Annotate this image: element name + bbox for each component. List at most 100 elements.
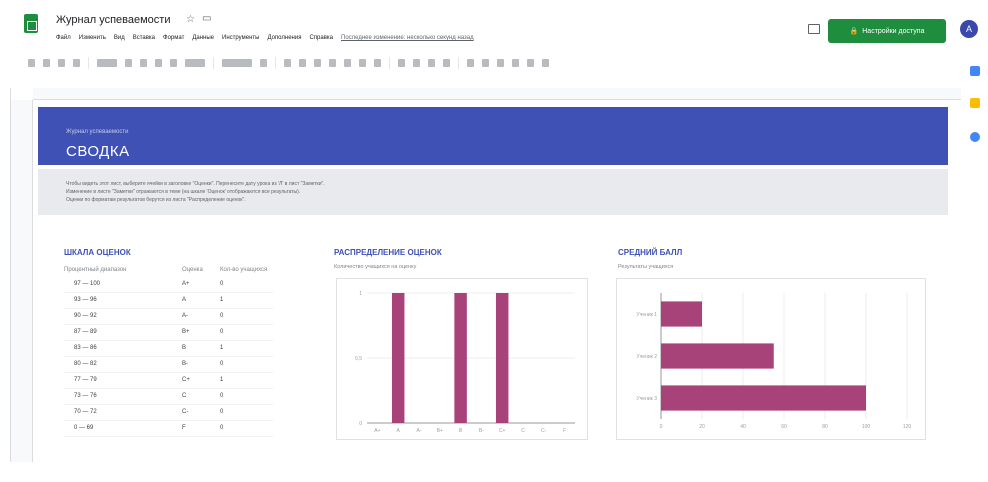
currency-icon[interactable] (125, 59, 132, 67)
range-cell[interactable]: 77 — 79 (64, 372, 182, 389)
grade-cell[interactable]: A (182, 292, 220, 309)
menu-edit[interactable]: Изменить (79, 35, 106, 41)
row-headers[interactable] (11, 100, 33, 462)
bold-icon[interactable] (284, 59, 291, 67)
grade-cell[interactable]: C- (182, 404, 220, 421)
link-icon[interactable] (467, 59, 474, 67)
menu-view[interactable]: Вид (114, 35, 125, 41)
grade-cell[interactable]: B+ (182, 324, 220, 341)
redo-icon[interactable] (43, 59, 50, 67)
grade-cell[interactable]: A+ (182, 276, 220, 293)
count-cell[interactable]: 0 (220, 388, 274, 405)
align-icon[interactable] (398, 59, 405, 67)
italic-icon[interactable] (299, 59, 306, 67)
font-select[interactable] (222, 59, 252, 67)
x-tick-label: F (563, 428, 566, 434)
fill-color-icon[interactable] (344, 59, 351, 67)
table-row[interactable]: 77 — 79 C+ 1 (64, 372, 274, 389)
share-label: Настройки доступа (862, 27, 925, 35)
percent-icon[interactable] (140, 59, 147, 67)
table-row[interactable]: 73 — 76 C 0 (64, 388, 274, 405)
table-row[interactable]: 87 — 89 B+ 0 (64, 324, 274, 341)
menu-addons[interactable]: Дополнения (267, 35, 301, 41)
print-icon[interactable] (58, 59, 65, 67)
y-tick-label: 0,5 (355, 356, 362, 362)
table-row[interactable]: 90 — 92 A- 0 (64, 308, 274, 325)
number-format-select[interactable] (185, 59, 205, 67)
zoom-select[interactable] (97, 59, 117, 67)
count-cell[interactable]: 1 (220, 292, 274, 309)
count-cell[interactable]: 0 (220, 324, 274, 341)
column-headers[interactable] (33, 88, 961, 100)
borders-icon[interactable] (359, 59, 366, 67)
count-cell[interactable]: 0 (220, 276, 274, 293)
range-cell[interactable]: 97 — 100 (64, 276, 182, 293)
menu-tools[interactable]: Инструменты (222, 35, 259, 41)
table-row[interactable]: 80 — 82 B- 0 (64, 356, 274, 373)
range-cell[interactable]: 73 — 76 (64, 388, 182, 405)
x-tick-label: 0 (660, 424, 663, 430)
font-size-select[interactable] (260, 59, 267, 67)
count-cell[interactable]: 0 (220, 404, 274, 421)
filter-icon[interactable] (512, 59, 519, 67)
distribution-chart[interactable]: 0 0,5 1 A+ A A- B+ B B- C+ C C- F (336, 278, 588, 440)
sheets-logo-icon[interactable] (24, 14, 38, 33)
grade-cell[interactable]: C (182, 388, 220, 405)
count-cell[interactable]: 1 (220, 372, 274, 389)
range-cell[interactable]: 0 — 69 (64, 420, 182, 437)
strikethrough-icon[interactable] (314, 59, 321, 67)
table-row[interactable]: 83 — 86 B 1 (64, 340, 274, 357)
share-button[interactable]: 🔒 Настройки доступа (828, 19, 946, 43)
x-tick-label: A+ (374, 428, 380, 434)
comments-icon[interactable] (808, 24, 820, 34)
range-cell[interactable]: 87 — 89 (64, 324, 182, 341)
star-icon[interactable]: ☆ (186, 14, 195, 25)
range-cell[interactable]: 83 — 86 (64, 340, 182, 357)
decimal-increase-icon[interactable] (170, 59, 177, 67)
merge-icon[interactable] (374, 59, 381, 67)
table-row[interactable]: 97 — 100 A+ 0 (64, 276, 274, 293)
tasks-icon[interactable] (970, 132, 980, 142)
last-edit-link[interactable]: Последнее изменение: несколько секунд на… (341, 35, 474, 41)
count-cell[interactable]: 1 (220, 340, 274, 357)
x-tick-label: C+ (499, 428, 506, 434)
grade-cell[interactable]: A- (182, 308, 220, 325)
menu-insert[interactable]: Вставка (133, 35, 155, 41)
text-color-icon[interactable] (329, 59, 336, 67)
function-icon[interactable] (527, 59, 534, 67)
document-title[interactable]: Журнал успеваемости (56, 14, 170, 26)
count-cell[interactable]: 0 (220, 420, 274, 437)
wrap-icon[interactable] (428, 59, 435, 67)
count-cell[interactable]: 0 (220, 308, 274, 325)
avatar[interactable]: A (960, 20, 978, 38)
grades-table-title: ШКАЛА ОЦЕНОК (64, 248, 131, 257)
rotate-icon[interactable] (443, 59, 450, 67)
table-row[interactable]: 93 — 96 A 1 (64, 292, 274, 309)
grade-cell[interactable]: B (182, 340, 220, 357)
table-row[interactable]: 0 — 69 F 0 (64, 420, 274, 437)
grade-cell[interactable]: C+ (182, 372, 220, 389)
average-chart[interactable]: 0 20 40 60 80 100 120 Ученик 1 Ученик 2 Ученик 3 (616, 278, 926, 440)
comment-add-icon[interactable] (482, 59, 489, 67)
range-cell[interactable]: 93 — 96 (64, 292, 182, 309)
calendar-icon[interactable] (970, 66, 980, 76)
table-row[interactable]: 70 — 72 C- 0 (64, 404, 274, 421)
decimal-decrease-icon[interactable] (155, 59, 162, 67)
chart-icon[interactable] (497, 59, 504, 67)
count-cell[interactable]: 0 (220, 356, 274, 373)
menu-file[interactable]: Файл (56, 35, 71, 41)
input-tools-icon[interactable] (542, 59, 549, 67)
range-cell[interactable]: 80 — 82 (64, 356, 182, 373)
menu-help[interactable]: Справка (309, 35, 333, 41)
range-cell[interactable]: 70 — 72 (64, 404, 182, 421)
menu-format[interactable]: Формат (163, 35, 184, 41)
paint-format-icon[interactable] (73, 59, 80, 67)
undo-icon[interactable] (28, 59, 35, 67)
range-cell[interactable]: 90 — 92 (64, 308, 182, 325)
grade-cell[interactable]: B- (182, 356, 220, 373)
folder-icon[interactable]: ▭ (202, 13, 211, 24)
menu-data[interactable]: Данные (192, 35, 214, 41)
keep-icon[interactable] (970, 98, 980, 108)
grade-cell[interactable]: F (182, 420, 220, 437)
valign-icon[interactable] (413, 59, 420, 67)
